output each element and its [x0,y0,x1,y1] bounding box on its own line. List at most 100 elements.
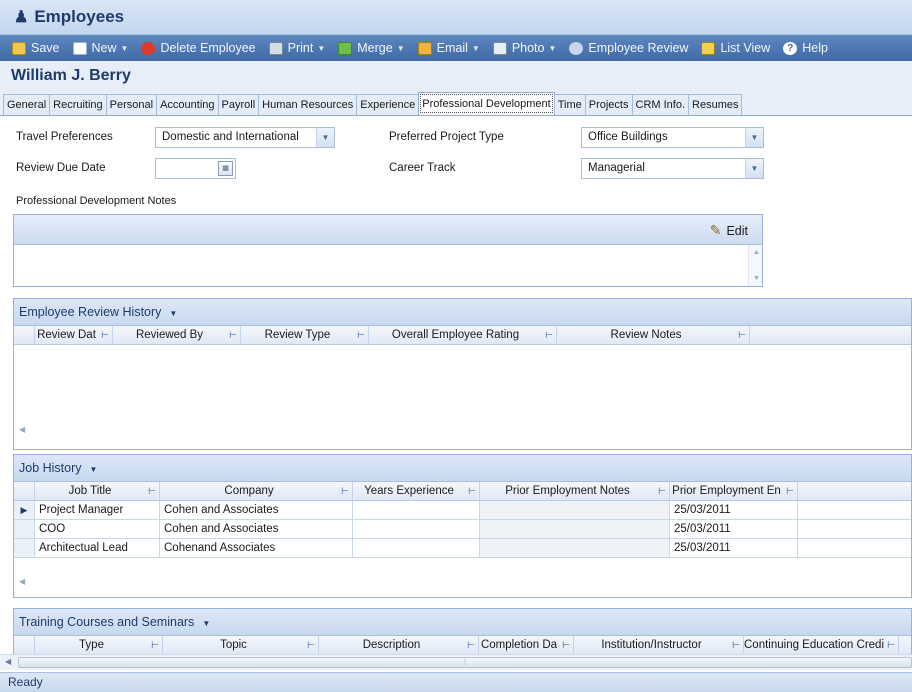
pencil-icon: ✎ [709,222,722,238]
column-header-topic[interactable]: Topic ⊢ [163,636,319,654]
table-row[interactable]: Architectual Lead Cohenand Associates 25… [14,539,911,558]
pin-icon[interactable]: ⊢ [101,326,109,344]
tab-human-resources[interactable]: Human Resources [258,94,358,115]
pin-icon[interactable]: ⊢ [562,636,570,654]
column-header-institution[interactable]: Institution/Instructor ⊢ [574,636,744,654]
job-title-cell[interactable]: Project Manager [35,501,160,519]
new-button[interactable]: New ▼ [72,41,128,55]
prior-employment-notes-cell[interactable] [480,520,670,538]
column-header-years-experience[interactable]: Years Experience ⊢ [353,482,480,500]
pin-icon[interactable]: ⊢ [148,482,156,500]
email-button[interactable]: Email ▼ [417,41,480,55]
photo-button[interactable]: Photo ▼ [492,41,556,55]
scroll-down-icon[interactable]: ▼ [753,275,760,282]
print-button[interactable]: Print ▼ [268,41,325,55]
help-button[interactable]: ? Help [783,41,828,55]
job-title-cell[interactable]: Architectual Lead [35,539,160,557]
pin-icon[interactable]: ⊢ [545,326,553,344]
column-header-completion-date[interactable]: Completion Da ⊢ [479,636,574,654]
company-cell[interactable]: Cohen and Associates [160,501,353,519]
row-selector[interactable] [14,539,35,557]
employee-review-history-header[interactable]: Employee Review History ▼ [14,299,911,326]
merge-button[interactable]: Merge ▼ [338,41,405,55]
pin-icon[interactable]: ⊢ [357,326,365,344]
calendar-icon[interactable]: ▦ [218,161,233,176]
horizontal-scrollbar[interactable]: ◀ ⋮ [0,654,912,670]
review-due-date-input[interactable]: ▦ [155,158,236,179]
pin-icon[interactable]: ⊢ [307,636,315,654]
delete-employee-button[interactable]: Delete Employee [141,41,256,55]
pin-icon[interactable]: ⊢ [738,326,746,344]
prior-employment-notes-cell[interactable] [480,501,670,519]
chevron-down-icon[interactable]: ▼ [90,465,98,474]
pin-icon[interactable]: ⊢ [732,636,740,654]
chevron-down-icon[interactable]: ▼ [202,619,210,628]
column-header-review-date[interactable]: Review Dat ⊢ [35,326,113,344]
column-header-review-type[interactable]: Review Type ⊢ [241,326,369,344]
prior-employment-notes-cell[interactable] [480,539,670,557]
job-history-header[interactable]: Job History ▼ [14,455,911,482]
scroll-left-icon[interactable]: ◀ [19,425,25,434]
notes-scrollbar[interactable]: ▲ ▼ [748,245,762,286]
column-header-job-title[interactable]: Job Title ⊢ [35,482,160,500]
pin-icon[interactable]: ⊢ [341,482,349,500]
pin-icon[interactable]: ⊢ [887,636,895,654]
prior-employment-end-cell[interactable]: 25/03/2011 [670,520,798,538]
pin-icon[interactable]: ⊢ [786,482,794,500]
chevron-down-icon[interactable]: ▼ [169,309,177,318]
tab-accounting[interactable]: Accounting [156,94,219,115]
years-experience-cell[interactable] [353,539,480,557]
prior-employment-end-cell[interactable]: 25/03/2011 [670,539,798,557]
preferred-project-type-select[interactable]: Office Buildings ▼ [581,127,764,148]
table-row[interactable]: ▶ Project Manager Cohen and Associates 2… [14,501,911,520]
scrollbar-thumb[interactable]: ⋮ [18,657,912,668]
notes-text-area[interactable]: ▲ ▼ [14,245,762,286]
column-header-prior-employment-end[interactable]: Prior Employment En ⊢ [670,482,798,500]
training-courses-header[interactable]: Training Courses and Seminars ▼ [14,609,911,636]
tab-personal[interactable]: Personal [105,94,158,115]
prior-employment-end-cell[interactable]: 25/03/2011 [670,501,798,519]
scroll-up-icon[interactable]: ▲ [753,249,760,256]
tab-recruiting[interactable]: Recruiting [49,94,107,115]
chevron-down-icon[interactable]: ▼ [745,159,763,178]
current-row-indicator-icon[interactable]: ▶ [14,501,35,519]
tab-time[interactable]: Time [553,94,586,115]
tab-experience[interactable]: Experience [356,94,420,115]
chevron-down-icon[interactable]: ▼ [745,128,763,147]
edit-button[interactable]: ✎ Edit [710,222,748,239]
column-header-prior-employment-notes[interactable]: Prior Employment Notes ⊢ [480,482,670,500]
travel-preferences-select[interactable]: Domestic and International ▼ [155,127,335,148]
employee-review-button[interactable]: Employee Review [569,41,688,55]
chevron-down-icon[interactable]: ▼ [316,128,334,147]
pin-icon[interactable]: ⊢ [467,636,475,654]
pin-icon[interactable]: ⊢ [151,636,159,654]
table-row[interactable]: COO Cohen and Associates 25/03/2011 [14,520,911,539]
column-header-reviewed-by[interactable]: Reviewed By ⊢ [113,326,241,344]
tab-general[interactable]: General [3,94,51,115]
pin-icon[interactable]: ⊢ [229,326,237,344]
years-experience-cell[interactable] [353,520,480,538]
column-header-company[interactable]: Company ⊢ [160,482,353,500]
years-experience-cell[interactable] [353,501,480,519]
scroll-left-icon[interactable]: ◀ [5,657,11,666]
column-header-overall-rating[interactable]: Overall Employee Rating ⊢ [369,326,557,344]
column-header-description[interactable]: Description ⊢ [319,636,479,654]
pin-icon[interactable]: ⊢ [658,482,666,500]
tab-projects[interactable]: Projects [584,94,633,115]
tab-professional-development[interactable]: Professional Development [418,92,555,115]
column-header-type[interactable]: Type ⊢ [35,636,163,654]
row-selector[interactable] [14,520,35,538]
company-cell[interactable]: Cohenand Associates [160,539,353,557]
tab-resumes[interactable]: Resumes [688,94,743,115]
save-button[interactable]: Save [12,41,60,55]
career-track-select[interactable]: Managerial ▼ [581,158,764,179]
scroll-left-icon[interactable]: ◀ [19,577,25,586]
pin-icon[interactable]: ⊢ [468,482,476,500]
tab-payroll[interactable]: Payroll [217,94,260,115]
tab-crm-info[interactable]: CRM Info. [631,94,690,115]
column-header-review-notes[interactable]: Review Notes ⊢ [557,326,750,344]
column-header-continuing-education[interactable]: Continuing Education Credi ⊢ [744,636,899,654]
company-cell[interactable]: Cohen and Associates [160,520,353,538]
job-title-cell[interactable]: COO [35,520,160,538]
list-view-button[interactable]: List View [701,41,770,55]
